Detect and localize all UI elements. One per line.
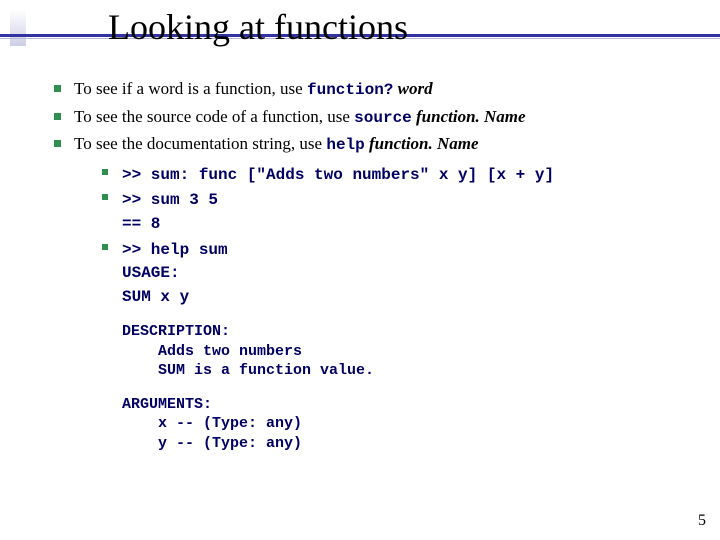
sub-2-line1: >> sum 3 5 xyxy=(122,191,218,209)
bullet-3-text: To see the documentation string, use xyxy=(74,134,326,153)
bullet-1: To see if a word is a function, use func… xyxy=(50,78,690,102)
sub-3-line1: >> help sum xyxy=(122,241,228,259)
slide-body: To see if a word is a function, use func… xyxy=(50,78,690,457)
bullet-1-arg: word xyxy=(393,79,432,98)
sub-1-code: >> sum: func ["Adds two numbers" x y] [x… xyxy=(122,166,554,184)
bullet-2: To see the source code of a function, us… xyxy=(50,106,690,130)
bullet-3-arg: function. Name xyxy=(365,134,479,153)
sub-2-line2: == 8 xyxy=(122,215,160,233)
slide: Looking at functions To see if a word is… xyxy=(0,0,720,540)
bullet-list: To see if a word is a function, use func… xyxy=(50,78,690,453)
sub-3-line2: USAGE: xyxy=(122,264,180,282)
slide-title: Looking at functions xyxy=(108,8,720,48)
sub-bullet-list: >> sum: func ["Adds two numbers" x y] [x… xyxy=(74,163,690,309)
bullet-2-text: To see the source code of a function, us… xyxy=(74,107,354,126)
bullet-1-code: function? xyxy=(307,81,393,99)
code-arguments: ARGUMENTS: x -- (Type: any) y -- (Type: … xyxy=(122,395,690,454)
code-description: DESCRIPTION: Adds two numbers SUM is a f… xyxy=(122,322,690,381)
sub-bullet-1: >> sum: func ["Adds two numbers" x y] [x… xyxy=(74,163,690,187)
sub-bullet-3: >> help sum USAGE: SUM x y xyxy=(74,238,690,309)
sub-3-line3: SUM x y xyxy=(122,288,189,306)
page-number: 5 xyxy=(698,512,706,530)
sub-bullet-2: >> sum 3 5 == 8 xyxy=(74,188,690,235)
bullet-2-code: source xyxy=(354,109,412,127)
title-area: Looking at functions xyxy=(0,8,720,48)
bullet-3: To see the documentation string, use hel… xyxy=(50,133,690,453)
bullet-2-arg: function. Name xyxy=(412,107,526,126)
bullet-1-text: To see if a word is a function, use xyxy=(74,79,307,98)
bullet-3-code: help xyxy=(326,136,364,154)
